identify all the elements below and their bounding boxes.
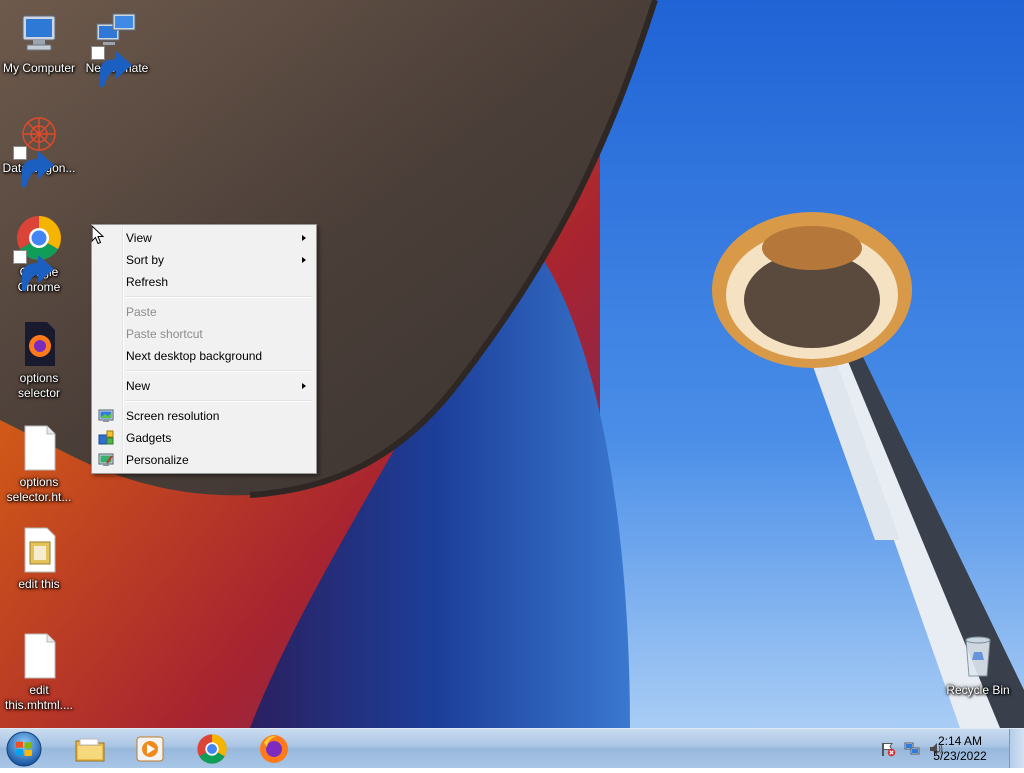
menu-item-view[interactable]: View [94, 227, 314, 249]
submenu-arrow-icon [302, 383, 306, 389]
menu-separator [126, 400, 312, 402]
submenu-arrow-icon [302, 235, 306, 241]
shortcut-arrow-icon [91, 46, 132, 87]
desktop-icon-my-computer[interactable]: My Computer [0, 10, 78, 76]
taskbar-chrome[interactable] [184, 731, 240, 767]
windows-logo-icon [6, 731, 42, 767]
shortcut-arrow-icon [13, 146, 54, 187]
show-desktop-button[interactable] [1009, 729, 1024, 768]
taskbar-file-explorer[interactable] [62, 731, 118, 767]
desktop-context-menu: View Sort by Refresh Paste Paste shortcu… [91, 224, 317, 474]
menu-item-paste-shortcut[interactable]: Paste shortcut [94, 323, 314, 345]
image-file-icon [15, 526, 63, 574]
taskbar: 2:14 AM 5/23/2022 [0, 728, 1024, 768]
media-player-icon [136, 736, 164, 762]
datawagon-icon [13, 110, 63, 187]
desktop-icon-recycle-bin[interactable]: Recycle Bin [936, 632, 1020, 698]
desktop-icon-options-selector-html[interactable]: options selector.ht... [0, 424, 78, 505]
network-computers-icon [91, 10, 141, 87]
firefox-icon [260, 735, 288, 763]
clock-date: 5/23/2022 [933, 749, 987, 763]
taskbar-firefox[interactable] [246, 731, 302, 767]
menu-item-paste[interactable]: Paste [94, 301, 314, 323]
gadgets-icon [98, 430, 114, 446]
personalize-icon [98, 452, 114, 468]
desktop-icon-datawagon[interactable]: DataWagon... [0, 110, 78, 187]
desktop-icon-netanimate[interactable]: NetAnimate [78, 10, 156, 87]
submenu-arrow-icon [302, 257, 306, 263]
taskbar-media-player[interactable] [122, 731, 178, 767]
menu-item-refresh[interactable]: Refresh [94, 271, 314, 293]
action-center-flag-icon[interactable] [880, 741, 896, 757]
menu-separator [126, 370, 312, 372]
shortcut-arrow-icon [13, 250, 54, 291]
network-icon[interactable] [904, 741, 920, 757]
blank-file-icon [15, 424, 63, 472]
file-explorer-icon [75, 738, 105, 762]
menu-item-gadgets[interactable]: Gadgets [94, 427, 314, 449]
desktop-icon-google-chrome[interactable]: Google Chrome [0, 214, 78, 295]
chrome-icon [197, 734, 227, 764]
clock-time: 2:14 AM [937, 734, 983, 748]
recycle-bin-icon [954, 632, 1002, 680]
menu-item-sort-by[interactable]: Sort by [94, 249, 314, 271]
taskbar-clock[interactable]: 2:14 AM 5/23/2022 [924, 734, 996, 764]
desktop-icon-edit-this[interactable]: edit this [0, 526, 78, 592]
blank-file-icon [15, 632, 63, 680]
firefox-file-icon [15, 320, 63, 368]
desktop-icon-options-selector[interactable]: options selector [0, 320, 78, 401]
chrome-icon [13, 214, 63, 291]
menu-separator [126, 296, 312, 298]
display-settings-icon [98, 408, 114, 424]
start-button[interactable] [5, 730, 43, 768]
menu-item-new[interactable]: New [94, 375, 314, 397]
desktop-icon-edit-this-mhtml[interactable]: edit this.mhtml.... [0, 632, 78, 713]
menu-item-screen-resolution[interactable]: Screen resolution [94, 405, 314, 427]
menu-item-next-desktop-background[interactable]: Next desktop background [94, 345, 314, 367]
computer-icon [15, 10, 63, 58]
menu-item-personalize[interactable]: Personalize [94, 449, 314, 471]
mouse-pointer-icon [91, 224, 105, 245]
system-tray: 2:14 AM 5/23/2022 [854, 729, 1024, 769]
